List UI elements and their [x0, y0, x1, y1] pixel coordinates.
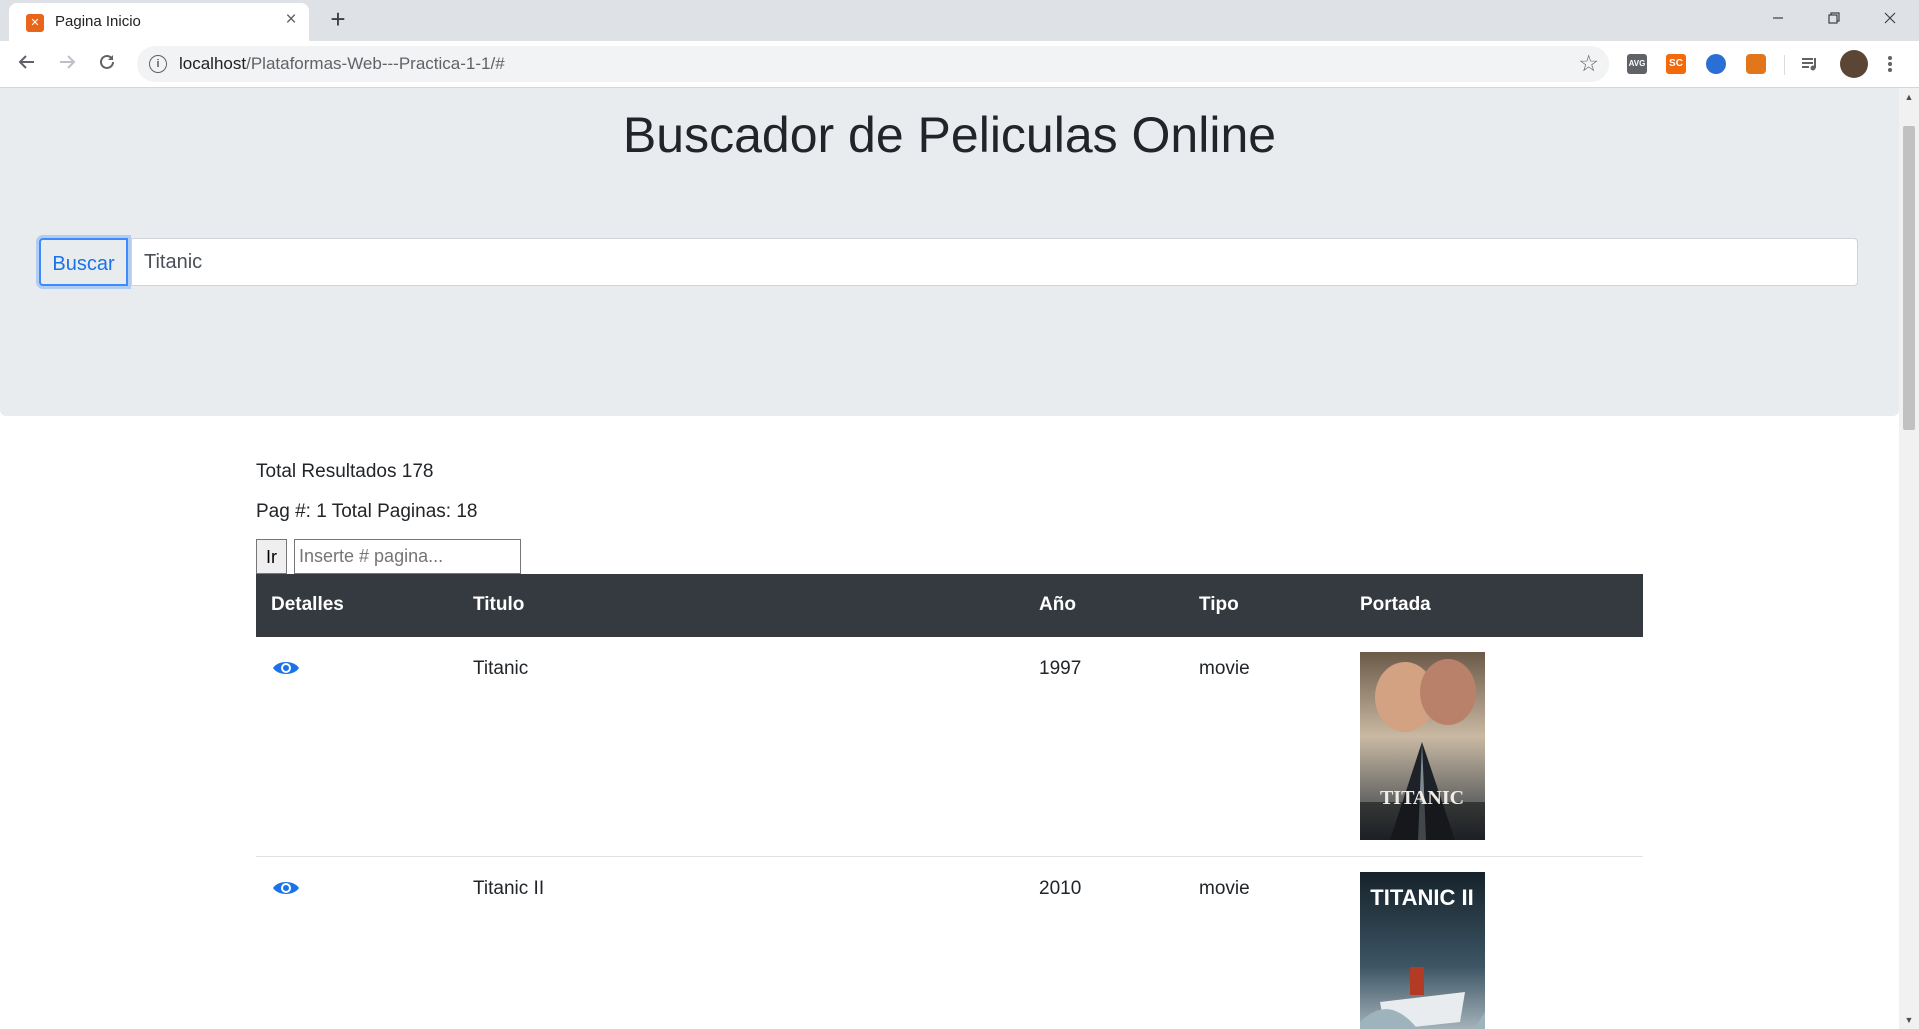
browser-tab[interactable]: ✕ Pagina Inicio × [9, 3, 309, 41]
refresh-ext-icon[interactable] [1706, 54, 1726, 74]
scroll-thumb[interactable] [1903, 126, 1915, 430]
scroll-down-icon[interactable]: ▼ [1899, 1011, 1919, 1029]
minimize-icon[interactable] [1755, 0, 1801, 38]
menu-dots-icon[interactable] [1884, 54, 1896, 74]
sc-icon[interactable]: SC [1666, 54, 1686, 74]
header-detalles: Detalles [271, 594, 344, 615]
page-title: Buscador de Peliculas Online [622, 107, 1277, 163]
browser-toolbar: i localhost/Plataformas-Web---Practica-1… [0, 41, 1919, 88]
header-anio: Año [1039, 594, 1076, 615]
page-number-input[interactable] [294, 539, 521, 574]
close-window-icon[interactable] [1867, 0, 1913, 38]
avatar[interactable] [1840, 50, 1868, 78]
eye-icon[interactable] [271, 879, 301, 897]
new-tab-button[interactable]: + [324, 6, 352, 34]
restore-icon[interactable] [1811, 0, 1857, 38]
row-type: movie [1199, 878, 1250, 899]
toolbar-divider [1784, 55, 1785, 75]
poster-title-text: TITANIC II [1370, 885, 1473, 910]
table-row: Titanic 1997 movie TITANIC [256, 637, 1643, 857]
row-year: 2010 [1039, 878, 1082, 899]
url-path: /Plataformas-Web---Practica-1-1/# [246, 54, 505, 73]
avg-icon[interactable]: AVG [1627, 54, 1647, 74]
bookmark-star-icon[interactable]: ☆ [1578, 50, 1599, 77]
poster-image: TITANIC II [1360, 872, 1485, 1029]
header-tipo: Tipo [1199, 594, 1239, 615]
browser-tabstrip: ✕ Pagina Inicio × + [0, 0, 1919, 41]
xampp-icon: ✕ [26, 14, 44, 32]
header-portada: Portada [1360, 594, 1431, 615]
search-button[interactable]: Buscar [39, 238, 128, 286]
row-year: 1997 [1039, 658, 1082, 679]
go-page-button[interactable]: Ir [256, 539, 287, 574]
tab-close-button[interactable]: × [280, 9, 302, 31]
forward-icon[interactable] [51, 48, 83, 80]
metamask-fox-icon[interactable] [1746, 54, 1766, 74]
back-icon[interactable] [11, 48, 43, 80]
page-viewport: Buscador de Peliculas Online Buscar Tota… [0, 88, 1899, 1029]
table-row: Titanic II 2010 movie TITANIC II [256, 857, 1643, 1029]
reload-icon[interactable] [91, 48, 123, 80]
total-results: Total Resultados 178 [256, 461, 434, 482]
address-bar[interactable]: i localhost/Plataformas-Web---Practica-1… [137, 46, 1609, 82]
tab-title: Pagina Inicio [55, 13, 141, 30]
row-title: Titanic II [473, 878, 545, 899]
table-header: Detalles Titulo Año Tipo Portada [256, 574, 1643, 637]
search-input[interactable] [131, 238, 1858, 286]
jumbotron: Buscador de Peliculas Online Buscar [0, 88, 1899, 416]
media-queue-icon[interactable] [1800, 54, 1820, 74]
url-host: localhost [179, 54, 247, 73]
poster-image: TITANIC [1360, 652, 1485, 840]
row-type: movie [1199, 658, 1250, 679]
header-titulo: Titulo [473, 594, 525, 615]
scroll-up-icon[interactable]: ▲ [1899, 88, 1919, 106]
row-title: Titanic [473, 658, 529, 679]
pagination-info: Pag #: 1 Total Paginas: 18 [256, 501, 478, 522]
page-scrollbar[interactable]: ▲ ▼ [1899, 88, 1919, 1029]
eye-icon[interactable] [271, 659, 301, 677]
poster-title-text: TITANIC [1380, 787, 1464, 809]
url-text[interactable]: localhost/Plataformas-Web---Practica-1-1… [179, 54, 505, 74]
info-icon[interactable]: i [149, 55, 167, 73]
